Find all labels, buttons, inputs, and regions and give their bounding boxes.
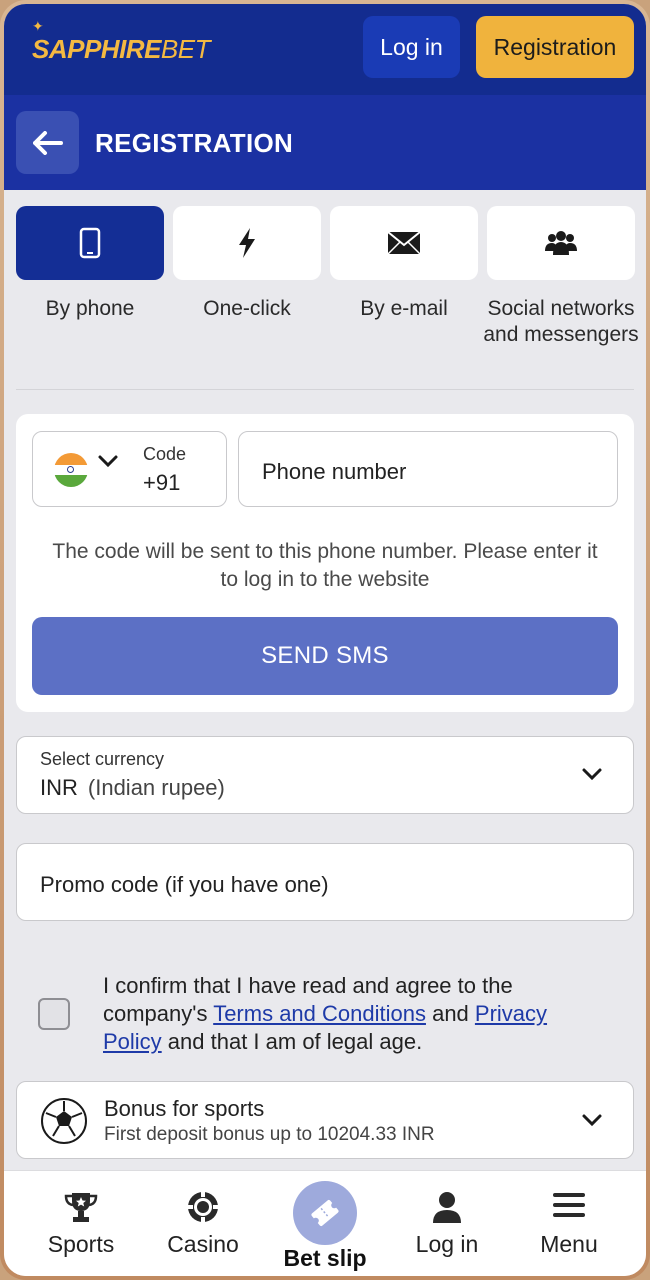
tab-by-email[interactable]: [330, 206, 478, 280]
currency-label: Select currency: [40, 749, 165, 769]
currency-code: INR: [40, 775, 78, 800]
nav-casino[interactable]: Casino: [139, 1171, 267, 1276]
country-code-select[interactable]: Code +91: [32, 431, 227, 507]
phone-number-input[interactable]: Phone number: [238, 431, 618, 507]
arrow-left-icon: [32, 130, 63, 155]
nav-login-label: Log in: [415, 1231, 479, 1257]
soccer-ball-icon: [41, 1098, 87, 1144]
consent-text-3: and that I am of legal age.: [161, 1029, 423, 1054]
nav-sports-label: Sports: [47, 1231, 115, 1257]
phone-placeholder: Phone number: [262, 459, 407, 484]
divider: [16, 389, 634, 390]
tab-label-one-click: One-click: [203, 297, 291, 320]
screen: ✦ SAPPHIREBET Log in Registration REGIST…: [4, 4, 646, 1276]
india-flag-icon: [54, 453, 88, 487]
chevron-down-icon: [582, 1114, 602, 1127]
users-icon: [545, 231, 577, 255]
title-bar: REGISTRATION: [4, 95, 646, 190]
casino-chip-icon: [188, 1192, 218, 1222]
currency-select[interactable]: Select currency INR (Indian rupee): [16, 736, 634, 814]
trophy-icon: [64, 1193, 98, 1222]
sms-hint-text: The code will be sent to this phone numb…: [52, 540, 598, 591]
nav-bet-slip-label: Bet slip: [283, 1245, 367, 1271]
tab-by-phone[interactable]: [16, 206, 164, 280]
bonus-subtitle: First deposit bonus up to 10204.33 INR: [104, 1124, 435, 1145]
lightning-icon: [239, 228, 255, 258]
chevron-down-icon: [582, 768, 602, 781]
phone-icon: [79, 227, 101, 259]
user-icon: [433, 1192, 461, 1223]
terms-link[interactable]: Terms and Conditions: [213, 1001, 426, 1026]
tab-social-networks[interactable]: [487, 206, 635, 280]
ticket-icon: [311, 1199, 339, 1227]
phone-registration-card: Code +91 Phone number The code will be s…: [16, 414, 634, 712]
chevron-down-icon: [98, 455, 118, 468]
promo-placeholder: Promo code (if you have one): [40, 872, 329, 897]
logo-bold-text: SAPPHIRE: [32, 34, 161, 64]
brand-logo[interactable]: SAPPHIREBET: [32, 34, 211, 65]
bottom-navigation: Sports Casino Bet slip Log in Menu: [4, 1170, 646, 1276]
logo-light-text: BET: [160, 34, 211, 64]
code-label: Code: [143, 444, 187, 464]
envelope-icon: [387, 231, 421, 255]
header-registration-button[interactable]: Registration: [476, 16, 634, 78]
back-button[interactable]: [16, 111, 79, 174]
send-sms-button[interactable]: SEND SMS: [32, 617, 618, 695]
promo-code-input[interactable]: Promo code (if you have one): [16, 843, 634, 921]
bonus-select[interactable]: Bonus for sports First deposit bonus up …: [16, 1081, 634, 1159]
top-bar: ✦ SAPPHIREBET Log in Registration: [4, 4, 646, 95]
tab-label-social: Social networks and messengers: [483, 297, 639, 346]
consent-text-2: and: [425, 1001, 475, 1026]
nav-login[interactable]: Log in: [383, 1171, 511, 1276]
tab-label-by-phone: By phone: [45, 297, 135, 320]
page-title: REGISTRATION: [95, 128, 294, 158]
sparkle-icon: ✦: [32, 18, 44, 34]
menu-icon: [553, 1193, 585, 1217]
tab-label-by-email: By e-mail: [360, 297, 448, 320]
header-login-button[interactable]: Log in: [363, 16, 460, 78]
nav-casino-label: Casino: [167, 1231, 239, 1257]
nav-bet-slip[interactable]: [293, 1181, 357, 1245]
terms-checkbox[interactable]: [38, 998, 70, 1030]
device-frame: ✦ SAPPHIREBET Log in Registration REGIST…: [0, 0, 650, 1280]
tab-one-click[interactable]: [173, 206, 321, 280]
currency-value: INR (Indian rupee): [40, 775, 225, 801]
nav-menu[interactable]: Menu: [505, 1171, 633, 1276]
bonus-title: Bonus for sports: [104, 1096, 265, 1121]
nav-menu-label: Menu: [540, 1231, 598, 1257]
currency-name: (Indian rupee): [87, 775, 225, 800]
code-value: +91: [143, 470, 181, 495]
nav-sports[interactable]: Sports: [17, 1171, 145, 1276]
terms-consent-text: I confirm that I have read and agree to …: [103, 972, 603, 1056]
